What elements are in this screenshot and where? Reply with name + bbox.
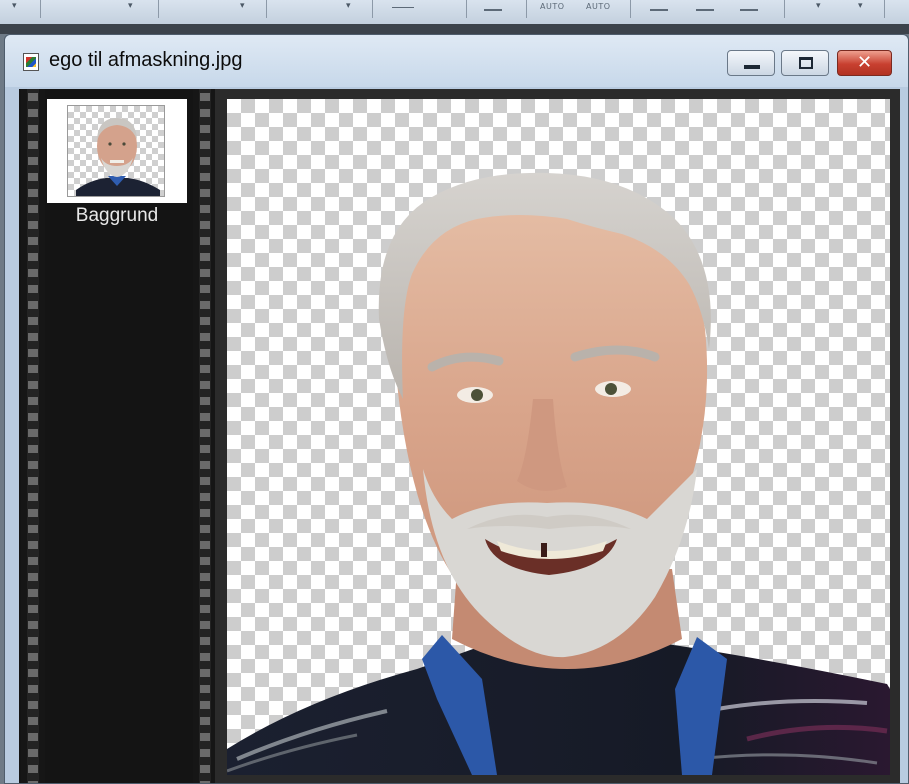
image-canvas[interactable] [227, 99, 890, 775]
toolbar-separator [372, 0, 373, 18]
toolbar-separator [526, 0, 527, 18]
toolbar-tool-icon[interactable] [484, 9, 502, 11]
toolbar-separator [784, 0, 785, 18]
workspace-background [0, 24, 909, 34]
toolbar-dropdown-arrow-icon[interactable]: ▾ [12, 1, 17, 11]
auto-button[interactable]: AUTO [586, 2, 611, 11]
toolbar-tool-icon[interactable] [740, 9, 758, 11]
minimize-button[interactable] [727, 50, 775, 76]
toolbar-dropdown-arrow-icon[interactable]: ▾ [128, 1, 133, 11]
toolbar-dropdown-arrow-icon[interactable]: ▾ [816, 1, 821, 11]
toolbar-separator [884, 0, 885, 18]
toolbar-tool-icon[interactable] [650, 9, 668, 11]
layer-name-label[interactable]: Baggrund [47, 205, 187, 227]
masked-portrait-image [227, 172, 890, 775]
layers-filmstrip: Baggrund [19, 89, 217, 783]
auto-button[interactable]: AUTO [540, 2, 565, 11]
toolbar-separator [466, 0, 467, 18]
toolbar-dropdown-arrow-icon[interactable]: ▾ [240, 1, 245, 11]
minimize-icon [744, 65, 760, 69]
canvas-frame [215, 89, 900, 783]
film-perforation [21, 89, 45, 783]
close-button[interactable]: ✕ [837, 50, 892, 76]
document-title: ego til afmaskning.jpg [49, 49, 243, 71]
toolbar-separator [158, 0, 159, 18]
toolbar-dropdown-arrow-icon[interactable]: ▾ [858, 1, 863, 11]
toolbar-dropdown-arrow-icon[interactable]: ▾ [346, 1, 351, 11]
layer-thumbnail[interactable] [67, 105, 165, 197]
app-toolbar: ▾ ▾ ▾ ▾ AUTO AUTO ▾ ▾ [0, 0, 909, 25]
toolbar-separator [266, 0, 267, 18]
layer-thumbnail-image [76, 118, 160, 196]
image-file-icon [23, 53, 39, 71]
document-window: ego til afmaskning.jpg ✕ Baggrund [4, 34, 909, 784]
restore-icon [799, 57, 813, 69]
document-titlebar[interactable]: ego til afmaskning.jpg ✕ [5, 35, 908, 87]
toolbar-tool-icon[interactable] [696, 9, 714, 11]
toolbar-separator [630, 0, 631, 18]
layer-item[interactable] [47, 99, 187, 203]
toolbar-separator [40, 0, 41, 18]
maximize-button[interactable] [781, 50, 829, 76]
toolbar-tool-icon[interactable] [392, 7, 414, 8]
close-icon: ✕ [856, 52, 873, 73]
film-perforation [193, 89, 217, 783]
